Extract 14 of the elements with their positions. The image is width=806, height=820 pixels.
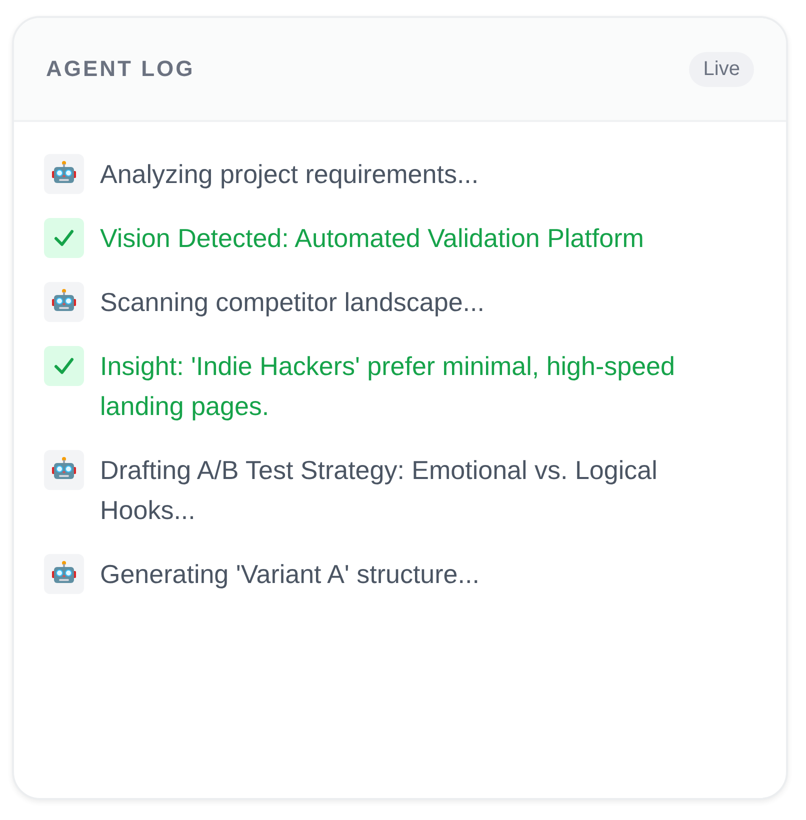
robot-icon	[44, 282, 84, 322]
card-title: AGENT LOG	[46, 56, 195, 82]
robot-icon	[44, 154, 84, 194]
robot-icon	[44, 450, 84, 490]
live-badge: Live	[689, 52, 754, 86]
log-text: Generating 'Variant A' structure...	[100, 558, 480, 591]
log-text: Drafting A/B Test Strategy: Emotional vs. Logical Hooks...	[100, 454, 658, 527]
log-text: Analyzing project requirements...	[100, 158, 479, 191]
robot-icon	[44, 554, 84, 594]
log-text: Insight: 'Indie Hackers' prefer minimal, high-speed landing pages.	[100, 350, 676, 423]
log-text: Vision Detected: Automated Validation Platform	[100, 222, 644, 255]
checkmark-icon	[44, 346, 84, 386]
log-text: Scanning competitor landscape...	[100, 286, 484, 319]
checkmark-icon	[44, 218, 84, 258]
